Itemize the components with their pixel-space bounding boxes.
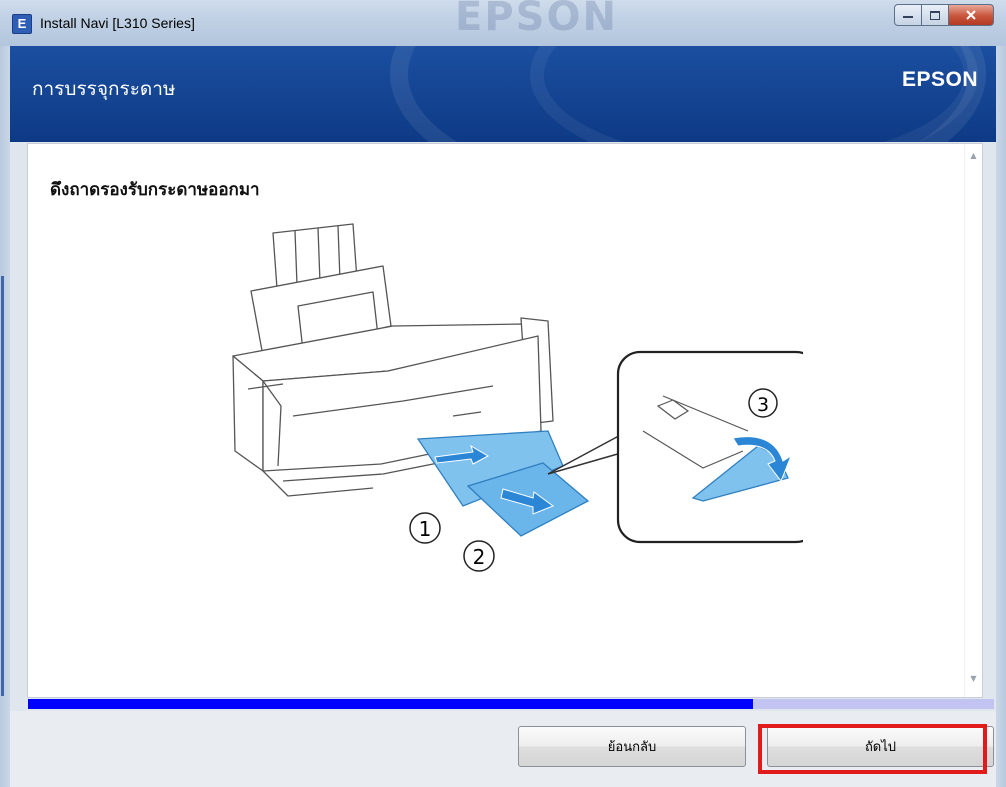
title-bar-watermark: EPSON: [455, 0, 618, 40]
close-button[interactable]: [949, 4, 994, 26]
maximize-icon: [930, 10, 940, 20]
header-banner: การบรรจุกระดาษ EPSON: [10, 46, 996, 142]
window-frame-left: [0, 46, 10, 787]
printer-illustration: 1 2 3: [232, 223, 803, 572]
back-button[interactable]: ย้อนกลับ: [518, 726, 746, 767]
page-heading: การบรรจุกระดาษ: [32, 78, 176, 100]
window-controls: [894, 4, 994, 26]
maximize-button[interactable]: [922, 4, 949, 26]
button-bar: ย้อนกลับ ถัดไป: [10, 711, 996, 787]
minimize-button[interactable]: [894, 4, 922, 26]
callout-2-label: 2: [473, 545, 486, 569]
window-frame-right: [996, 46, 1006, 787]
content-panel: ดึงถาดรองรับกระดาษออกมา 1 2 3 ▲ ▼: [27, 143, 983, 698]
setup-progress-bar: [28, 699, 994, 709]
app-icon: E: [12, 14, 32, 34]
scroll-down-icon[interactable]: ▼: [965, 671, 982, 687]
callout-3-label: 3: [757, 394, 769, 416]
callout-1-label: 1: [419, 517, 432, 541]
vertical-scrollbar[interactable]: ▲ ▼: [964, 144, 982, 697]
progress-fill: [28, 699, 753, 709]
brand-logo: EPSON: [901, 68, 978, 91]
next-button[interactable]: ถัดไป: [767, 726, 994, 767]
minimize-icon: [903, 16, 913, 18]
window-title: Install Navi [L310 Series]: [40, 15, 195, 31]
close-icon: [966, 10, 976, 20]
header-decoration: [530, 46, 978, 142]
window-title-bar[interactable]: EPSON E Install Navi [L310 Series]: [0, 0, 1006, 46]
step-title: ดึงถาดรองรับกระดาษออกมา: [50, 180, 260, 200]
scroll-up-icon[interactable]: ▲: [965, 148, 982, 164]
